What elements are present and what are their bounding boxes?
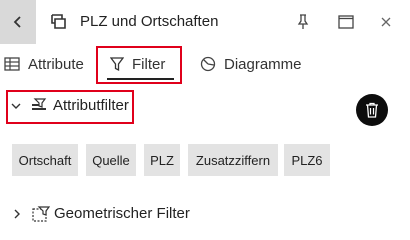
title-bar: PLZ und Ortschaften bbox=[0, 0, 410, 44]
tab-selected-indicator bbox=[107, 78, 174, 80]
geometric-filter-label: Geometrischer Filter bbox=[54, 205, 190, 222]
close-icon bbox=[381, 17, 391, 27]
attribute-filter-label: Attributfilter bbox=[53, 97, 129, 114]
geometric-filter-header[interactable]: Geometrischer Filter bbox=[12, 205, 190, 222]
tab-attribute-label: Attribute bbox=[28, 55, 84, 73]
back-button[interactable] bbox=[0, 0, 36, 44]
layer-icon bbox=[51, 14, 66, 29]
attribute-filter-header[interactable]: Attributfilter bbox=[10, 97, 129, 114]
attribute-chip-quelle[interactable]: Quelle bbox=[86, 144, 136, 176]
attribute-chip-plz[interactable]: PLZ bbox=[144, 144, 180, 176]
chart-icon bbox=[200, 56, 216, 72]
attribute-chip-zusatzziffern[interactable]: Zusatzziffern bbox=[188, 144, 278, 176]
chevron-left-icon bbox=[13, 16, 21, 28]
attribute-chip-plz6[interactable]: PLZ6 bbox=[284, 144, 330, 176]
tab-diagramme-label: Diagramme bbox=[224, 55, 302, 73]
close-button[interactable] bbox=[375, 11, 397, 33]
attribute-filter-icon bbox=[32, 97, 47, 110]
delete-filter-button[interactable] bbox=[356, 94, 388, 126]
table-icon bbox=[4, 57, 20, 71]
tab-diagramme[interactable]: Diagramme bbox=[200, 52, 302, 76]
tab-attribute[interactable]: Attribute bbox=[4, 52, 84, 76]
chevron-down-icon bbox=[11, 103, 21, 109]
trash-icon bbox=[366, 102, 378, 118]
maximize-button[interactable] bbox=[335, 11, 357, 33]
pin-button[interactable] bbox=[292, 11, 314, 33]
window-title: PLZ und Ortschaften bbox=[80, 13, 219, 30]
chevron-right-icon bbox=[14, 209, 20, 218]
maximize-icon bbox=[338, 15, 354, 29]
attribute-chip-ortschaft[interactable]: Ortschaft bbox=[12, 144, 78, 176]
geometric-filter-icon bbox=[32, 205, 50, 222]
tab-bar: Attribute Filter Diagramme bbox=[0, 44, 410, 82]
pin-icon bbox=[297, 14, 309, 29]
